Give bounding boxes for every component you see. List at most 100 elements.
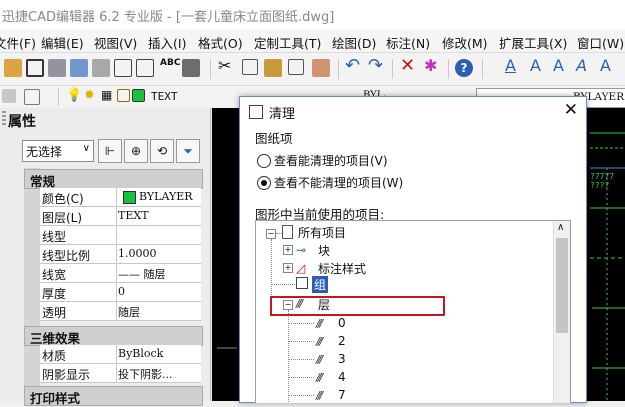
redo-icon[interactable]: ↷ bbox=[368, 55, 386, 76]
menu-format[interactable]: 格式(O) bbox=[198, 33, 243, 52]
layer-previous-icon[interactable] bbox=[24, 89, 40, 105]
section-print-style[interactable]: 打印样式 bbox=[24, 386, 203, 406]
prop-row-shadow[interactable]: 阴影显示 投下阴影... bbox=[40, 364, 201, 383]
toggle-pickadd-button[interactable]: ⊩ bbox=[98, 139, 122, 163]
text-edit-icon[interactable]: A bbox=[553, 56, 571, 75]
find-icon[interactable] bbox=[182, 59, 200, 77]
menu-view[interactable]: 视图(V) bbox=[94, 33, 137, 52]
layer-vp-freeze-icon[interactable]: ▦ bbox=[101, 88, 115, 102]
menu-edit[interactable]: 编辑(E) bbox=[41, 33, 84, 52]
scroll-thumb[interactable] bbox=[556, 238, 568, 333]
radio-non-purgeable[interactable] bbox=[257, 176, 271, 190]
prop-row-thickness[interactable]: 厚度 0 bbox=[40, 283, 201, 302]
block-icon: ⊸ bbox=[296, 243, 307, 257]
dialog-app-icon bbox=[249, 105, 263, 119]
layer-icon: /// bbox=[316, 353, 323, 366]
chevron-down-icon: ∨ bbox=[82, 143, 90, 154]
text-scale-icon[interactable]: A bbox=[576, 56, 594, 75]
highlight-box bbox=[270, 296, 445, 316]
menu-extend-tools[interactable]: 扩展工具(X) bbox=[499, 33, 567, 52]
menu-bar: 文件(F) 编辑(E) 视图(V) 插入(I) 格式(O) 定制工具(T) 绘图… bbox=[0, 29, 625, 53]
preview-icon[interactable] bbox=[114, 59, 132, 77]
prop-row-linetype[interactable]: 线型 bbox=[40, 226, 201, 245]
tree-node-layer-3[interactable]: 3 bbox=[338, 352, 346, 366]
close-icon[interactable]: ✕ bbox=[564, 100, 578, 120]
document-icon bbox=[282, 225, 293, 239]
text-justify-icon[interactable]: A bbox=[600, 56, 618, 75]
plot-icon[interactable] bbox=[92, 59, 110, 77]
layer-manager-icon[interactable] bbox=[2, 89, 16, 103]
selection-dropdown[interactable]: 无选择 ∨ bbox=[22, 140, 94, 162]
standard-toolbar: ABC ✂ ↶ ↷ ✕ ✱ ? A A A A A bbox=[0, 53, 625, 86]
publish-icon[interactable] bbox=[136, 59, 154, 77]
prop-row-layer[interactable]: 图层(L) TEXT bbox=[40, 207, 201, 226]
spell-check-icon[interactable]: ABC bbox=[160, 58, 180, 76]
canvas-text-2: ???? bbox=[590, 181, 610, 190]
save-all-icon[interactable] bbox=[48, 59, 66, 77]
layer-icon: /// bbox=[316, 335, 323, 348]
window-title: 迅捷CAD编辑器 6.2 专业版 - [一套儿童床立面图纸.dwg] bbox=[2, 10, 335, 25]
paste-special-icon[interactable] bbox=[288, 59, 304, 75]
tree-node-layer-4[interactable]: 4 bbox=[338, 370, 346, 384]
layer-lock-icon[interactable] bbox=[117, 89, 130, 102]
prop-row-color[interactable]: 颜色(C) BYLAYER bbox=[40, 188, 201, 207]
menu-modify[interactable]: 修改(M) bbox=[442, 33, 488, 52]
quick-select-icon: ⟲ bbox=[156, 144, 168, 158]
radio-non-purgeable-label[interactable]: 查看不能清理的项目(W) bbox=[274, 174, 403, 191]
undo-icon[interactable]: ↶ bbox=[345, 55, 363, 76]
section-3d-effects[interactable]: 三维效果 bbox=[24, 326, 203, 346]
menu-file[interactable]: 文件(F) bbox=[0, 33, 36, 52]
prop-row-transparency[interactable]: 透明 随层 bbox=[40, 302, 201, 321]
layer-on-icon[interactable]: 💡 bbox=[66, 88, 82, 103]
prop-row-material[interactable]: 材质 ByBlock bbox=[40, 345, 201, 364]
panel-grip[interactable] bbox=[2, 111, 6, 127]
radio-purgeable[interactable] bbox=[257, 154, 271, 168]
tree-node-layer-7[interactable]: 7 bbox=[338, 388, 346, 402]
dimstyle-icon: ◿ bbox=[296, 261, 306, 275]
menu-insert[interactable]: 插入(I) bbox=[148, 33, 186, 52]
tree-node-dimstyles[interactable]: 标注样式 bbox=[318, 260, 366, 277]
tree-node-layer-2[interactable]: 2 bbox=[338, 334, 346, 348]
tree-node-blocks[interactable]: 块 bbox=[318, 242, 330, 259]
paste-icon[interactable] bbox=[264, 59, 282, 77]
text-icon[interactable]: A bbox=[530, 56, 548, 75]
prop-row-lineweight[interactable]: 线宽 —— 随层 bbox=[40, 264, 201, 283]
group-icon bbox=[296, 277, 308, 289]
menu-dimension[interactable]: 标注(N) bbox=[386, 33, 430, 52]
copy-icon[interactable] bbox=[242, 59, 258, 75]
pickadd-icon: ⊩ bbox=[104, 144, 116, 158]
open-icon[interactable] bbox=[4, 59, 22, 77]
filter-button[interactable]: ⏷ bbox=[176, 139, 200, 163]
tree-node-groups[interactable]: 组 bbox=[312, 276, 329, 293]
expand-icon[interactable]: + bbox=[283, 263, 293, 273]
print-icon[interactable] bbox=[70, 59, 88, 77]
radio-purgeable-label[interactable]: 查看能清理的项目(V) bbox=[274, 152, 388, 169]
scroll-up-icon[interactable]: ∧ bbox=[557, 222, 564, 233]
menu-draw[interactable]: 绘图(D) bbox=[332, 33, 376, 52]
select-objects-button[interactable]: ⊕ bbox=[124, 139, 148, 163]
tree-scrollbar[interactable]: ∧ bbox=[553, 221, 570, 403]
tree-node-all-items[interactable]: 所有项目 bbox=[298, 224, 346, 241]
dialog-title: 清理 bbox=[269, 107, 296, 122]
section-general[interactable]: 常规 bbox=[24, 169, 203, 189]
match-properties-icon[interactable] bbox=[312, 59, 330, 77]
text-style-icon[interactable]: A bbox=[505, 56, 523, 75]
expand-icon[interactable]: + bbox=[283, 245, 293, 255]
color-swatch bbox=[123, 191, 136, 204]
quick-select-button[interactable]: ⟲ bbox=[150, 139, 174, 163]
help-icon[interactable]: ? bbox=[455, 59, 473, 77]
delete-icon[interactable]: ✕ bbox=[400, 55, 418, 76]
select-objects-icon: ⊕ bbox=[130, 144, 142, 158]
cut-icon[interactable]: ✂ bbox=[218, 56, 236, 75]
selection-value: 无选择 bbox=[26, 145, 63, 159]
layer-freeze-icon[interactable]: ✹ bbox=[84, 88, 98, 103]
current-layer-name[interactable]: TEXT bbox=[151, 90, 178, 103]
save-icon[interactable] bbox=[26, 59, 44, 77]
menu-custom-tools[interactable]: 定制工具(T) bbox=[254, 33, 321, 52]
properties-title: 属性 bbox=[8, 114, 36, 130]
prop-row-linetype-scale[interactable]: 线型比例 1.0000 bbox=[40, 245, 201, 264]
purge-icon[interactable]: ✱ bbox=[424, 56, 442, 75]
tree-node-layer-0[interactable]: 0 bbox=[338, 316, 346, 330]
collapse-icon[interactable]: − bbox=[266, 229, 276, 239]
menu-window[interactable]: 窗口(W) bbox=[577, 33, 624, 52]
